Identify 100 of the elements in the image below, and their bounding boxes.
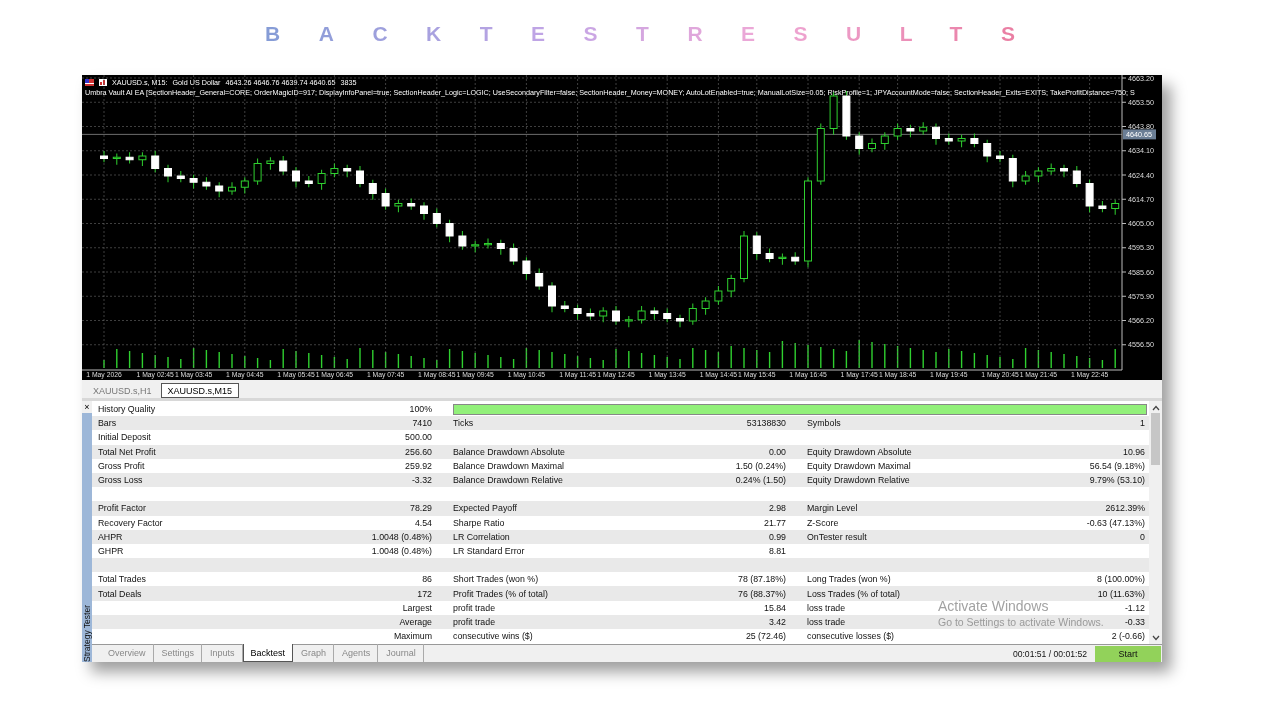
stat-value: 9.79% (53.10) <box>1089 475 1145 486</box>
activation-notice-text: Go to Settings to activate Windows. <box>938 616 1104 628</box>
candle <box>420 201 428 221</box>
candle <box>727 274 736 298</box>
stat-value: 4.54 <box>414 517 432 528</box>
candle <box>522 256 531 281</box>
candle <box>1047 163 1056 176</box>
stat-value: 76 (88.37%) <box>738 588 786 599</box>
stat-value: 1.50 (0.24%) <box>735 460 786 471</box>
scroll-up-icon[interactable] <box>1151 405 1160 411</box>
candle <box>458 230 467 251</box>
stat-label: Loss Trades (% of total) <box>807 588 900 599</box>
stat-label: Balance Drawdown Relative <box>453 475 564 486</box>
candle <box>944 133 953 146</box>
candle <box>650 306 659 321</box>
stat-value: 10.96 <box>1123 446 1145 457</box>
panel-title: Strategy Tester <box>82 604 92 662</box>
tester-tab[interactable]: Inputs <box>202 644 243 662</box>
tester-tab[interactable]: Backtest <box>242 644 294 662</box>
candle <box>688 303 697 326</box>
candle <box>1034 166 1043 183</box>
stat-value: 100% <box>409 404 432 415</box>
candle <box>970 133 979 148</box>
candle <box>880 131 889 151</box>
tester-tab[interactable]: Journal <box>378 644 424 662</box>
stat-value: 0 <box>1140 531 1145 542</box>
candle <box>855 131 864 156</box>
candle <box>560 300 569 313</box>
stat-label: Initial Deposit <box>98 432 151 443</box>
stat-value: 8 (100.00%) <box>1097 574 1145 585</box>
candle <box>791 251 800 266</box>
candle <box>637 305 646 324</box>
stat-label: Profit Factor <box>98 503 146 514</box>
stat-label: Short Trades (won %) <box>453 574 539 585</box>
candle <box>701 296 710 316</box>
stat-value: 78.29 <box>410 503 432 514</box>
start-button[interactable]: Start <box>1095 646 1161 662</box>
stat-label: LR Correlation <box>453 531 510 542</box>
candle <box>740 230 748 283</box>
scroll-thumb[interactable] <box>1151 413 1160 465</box>
stat-value: Average <box>399 616 432 627</box>
stat-label: AHPR <box>98 531 123 542</box>
candle <box>919 121 928 136</box>
candle <box>1111 199 1120 216</box>
candle <box>394 199 403 213</box>
chart-tab[interactable]: XAUUSD.s,H1 <box>86 384 159 398</box>
candle <box>176 170 185 183</box>
candle <box>752 231 761 261</box>
stat-value: 2.98 <box>768 503 786 514</box>
candle <box>471 240 480 253</box>
candle <box>253 158 262 186</box>
tester-tab[interactable]: Settings <box>153 644 203 662</box>
candle <box>957 134 966 148</box>
candle <box>586 308 595 321</box>
chart-tab[interactable]: XAUUSD.s,M15 <box>160 383 240 398</box>
candle <box>932 123 940 146</box>
candle <box>573 304 582 321</box>
stat-label: GHPR <box>98 545 124 556</box>
candle <box>407 198 416 211</box>
candle <box>663 308 672 323</box>
stat-label: loss trade <box>807 602 846 613</box>
candle <box>228 181 236 196</box>
candle <box>599 306 608 323</box>
stat-value: 2 (-0.66) <box>1111 631 1145 642</box>
candle <box>778 253 787 266</box>
candle <box>304 175 313 188</box>
stat-value: 8.81 <box>768 545 786 556</box>
candle <box>496 239 505 256</box>
candle <box>164 164 172 183</box>
activation-notice-title: Activate Windows <box>938 598 1050 614</box>
candle <box>215 181 224 198</box>
stat-label: Balance Drawdown Maximal <box>453 460 564 471</box>
stat-label: consecutive losses ($) <box>807 631 895 642</box>
stat-label: Profit Trades (% of total) <box>453 588 548 599</box>
tester-tab[interactable]: Agents <box>334 644 379 662</box>
stat-value: 15.84 <box>764 602 786 613</box>
candle <box>266 156 275 171</box>
candle <box>343 164 352 178</box>
stat-value: -1.12 <box>1124 602 1145 613</box>
candle <box>445 219 454 243</box>
tester-tab[interactable]: Overview <box>100 644 154 662</box>
stat-value: 0.24% (1.50) <box>735 475 786 486</box>
stat-label: profit trade <box>453 616 496 627</box>
scroll-down-icon[interactable] <box>1151 635 1160 641</box>
candle <box>996 150 1004 163</box>
stat-label: Symbols <box>807 418 841 429</box>
stat-value: 0.00 <box>768 446 786 457</box>
close-button[interactable]: × <box>82 401 92 413</box>
candle <box>138 151 147 167</box>
stat-label: Bars <box>98 418 117 429</box>
stat-value: 10 (11.63%) <box>1097 588 1145 599</box>
stat-label: Balance Drawdown Absolute <box>453 446 565 457</box>
candle <box>125 151 134 164</box>
stat-value: 53138830 <box>746 418 786 429</box>
candle <box>1021 170 1030 186</box>
stat-value: 1.0048 (0.48%) <box>371 545 432 556</box>
scrollbar[interactable] <box>1149 401 1162 644</box>
tester-tab[interactable]: Graph <box>293 644 335 662</box>
stat-value: 259.92 <box>405 460 432 471</box>
candle <box>624 315 633 328</box>
